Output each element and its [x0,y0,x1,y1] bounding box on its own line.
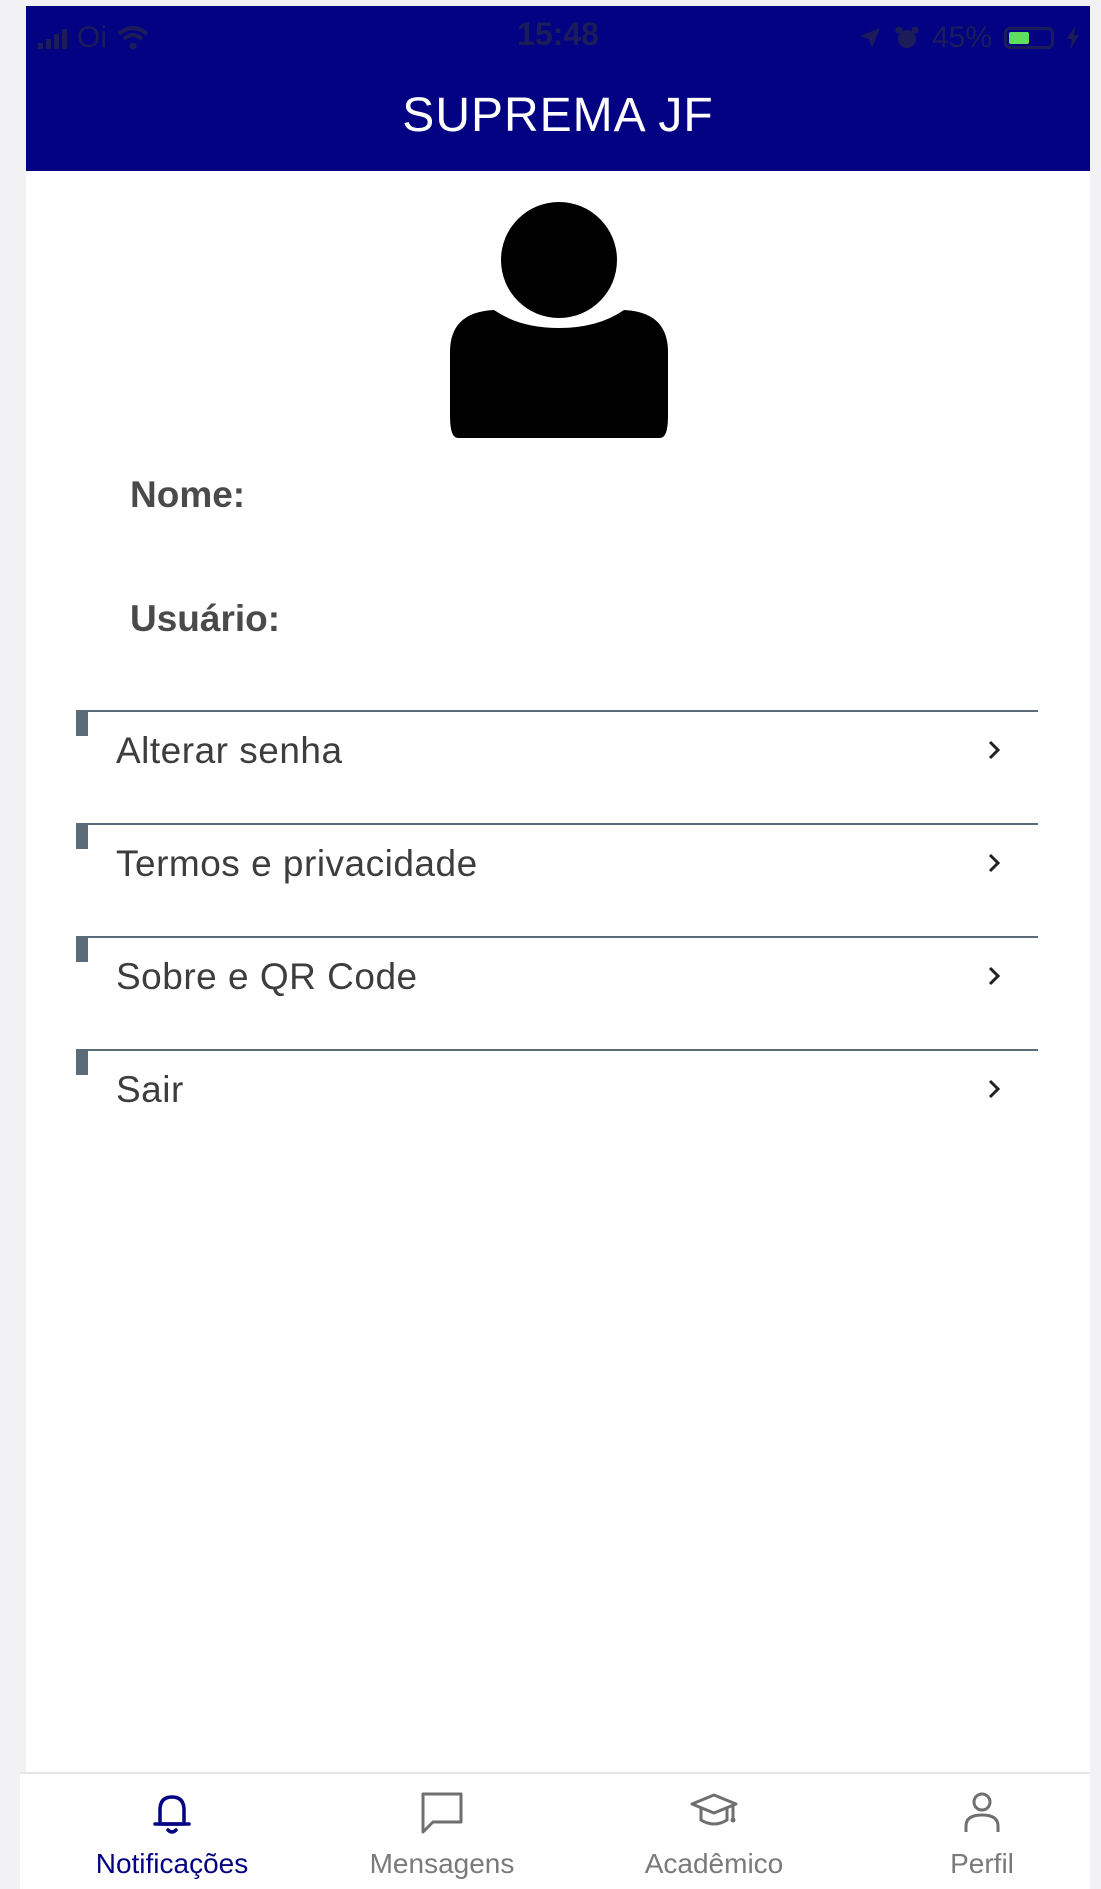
graduation-cap-icon [690,1793,738,1826]
chevron-right-icon [988,966,1001,986]
battery-icon [1004,27,1054,49]
tab-notifications[interactable]: Notificações [72,1788,272,1883]
page-title: SUPREMA JF [402,89,714,142]
tab-label: Perfil [950,1848,1014,1879]
location-arrow-icon [859,28,880,48]
status-right: 45% [858,18,1080,58]
menu-item-label: Termos e privacidade [116,843,478,884]
divider [84,936,1038,938]
menu-item-label: Alterar senha [116,730,343,771]
tab-messages[interactable]: Mensagens [342,1788,542,1883]
user-label: Usuário: [130,598,281,639]
chevron-right-icon [988,1079,1001,1099]
accent-marker [76,1049,88,1075]
tab-label: Notificações [95,1848,249,1879]
menu-item-label: Sobre e QR Code [116,956,418,997]
divider [84,1049,1038,1051]
alarm-icon [895,26,919,48]
avatar-icon [450,202,668,438]
app-header: Oi 15:48 45% SUPREMA JF [26,6,1090,171]
battery-percent: 45% [931,21,992,54]
accent-marker [76,710,88,736]
bell-icon [153,1795,191,1834]
menu-item-about-qr[interactable]: Sobre e QR Code [76,936,1038,1048]
tab-label: Acadêmico [644,1848,784,1879]
accent-marker [76,823,88,849]
menu-item-terms-privacy[interactable]: Termos e privacidade [76,823,1038,935]
bottom-tab-bar: Notificações Mensagens Acadêmico Perfil [20,1772,1090,1889]
divider [84,710,1038,712]
chevron-right-icon [988,853,1001,873]
menu-item-label: Sair [116,1069,184,1110]
tab-profile[interactable]: Perfil [882,1788,1082,1883]
battery-fill [1009,32,1029,44]
charging-icon [1067,26,1079,50]
app-screen: Oi 15:48 45% SUPREMA JF Nome: Usuário: A… [20,6,1090,1889]
person-icon [964,1792,1000,1832]
chevron-right-icon [988,740,1001,760]
name-label: Nome: [130,474,246,515]
menu-item-logout[interactable]: Sair [76,1049,1038,1161]
accent-marker [76,936,88,962]
tab-label: Mensagens [369,1848,515,1879]
divider [84,823,1038,825]
tab-academic[interactable]: Acadêmico [614,1788,814,1883]
status-bar: Oi 15:48 45% [26,6,1090,66]
menu-item-change-password[interactable]: Alterar senha [76,710,1038,822]
chat-icon [421,1792,463,1834]
